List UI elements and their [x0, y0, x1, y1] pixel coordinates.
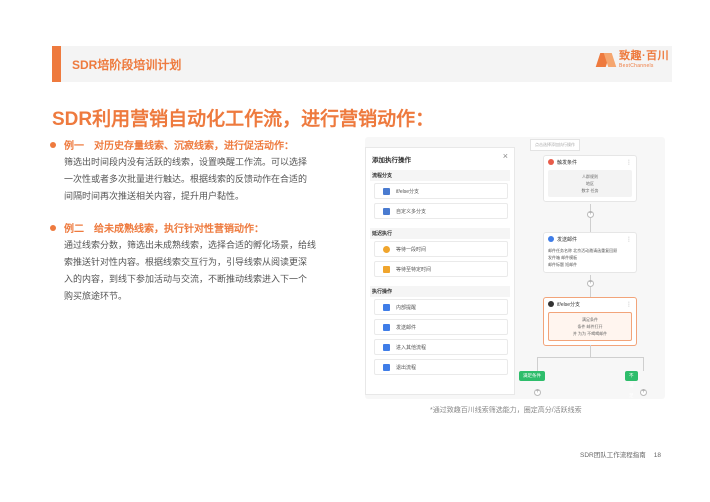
action-item-ifelse[interactable]: if/else分支 [374, 183, 508, 199]
action-item-exit-flow[interactable]: 退出流程 [374, 359, 508, 375]
header-accent-bar [52, 46, 61, 82]
mail-icon [383, 323, 390, 331]
clock-icon [383, 245, 390, 253]
more-icon[interactable]: ⋮ [626, 301, 632, 308]
action-item-multi-branch[interactable]: 自定义多分支 [374, 203, 508, 219]
add-action-panel: 添加执行操作 × 流程分支 if/else分支 自定义多分支 延迟执行 等待一段… [365, 147, 515, 395]
send-email-node[interactable]: 发送邮件 ⋮ 邮件任务名称 北京活动邀请函重复回顾 发件箱 邮件模板 邮件标题 短… [543, 232, 637, 273]
add-step-icon[interactable]: + [587, 280, 594, 287]
bullet-icon [50, 224, 56, 231]
action-item-send-email[interactable]: 发送邮件 [374, 319, 508, 335]
branch-icon [548, 301, 554, 307]
add-step-icon[interactable]: + [640, 389, 647, 396]
bullet-icon [50, 141, 56, 148]
example-1-heading: 例一 对历史存量线索、沉寂线索，进行促活动作： [50, 137, 294, 152]
action-item-label: 等待一段时间 [396, 246, 427, 253]
connector-line [537, 357, 538, 371]
workflow-screenshot: 添加执行操作 × 流程分支 if/else分支 自定义多分支 延迟执行 等待一段… [365, 137, 665, 418]
node-content: 邮件任务名称 北京活动邀请函重复回顾 发件箱 邮件模板 邮件标题 短邮件 [548, 247, 632, 268]
logo-name-cn: 致趣·百川 [619, 50, 670, 62]
node-line: 人群规则 [582, 174, 598, 179]
connector-line [643, 357, 644, 371]
branch-icon [383, 187, 390, 195]
example-2-heading: 例二 给未成熟线索，执行针对性营销动作： [50, 220, 264, 235]
add-step-icon[interactable]: + [587, 211, 594, 218]
flow-icon [383, 343, 390, 351]
add-step-icon[interactable]: + [534, 389, 541, 396]
node-title: if/else分支 [557, 301, 581, 308]
close-icon[interactable]: × [503, 151, 508, 161]
example-2-line: 通过线索分数，筛选出未成熟线索，选择合适的孵化场景，给线 [64, 240, 317, 250]
ifelse-node[interactable]: if/else分支 ⋮ 满足条件 条件 邮件打开 并 为为 不喝喝邮件 [543, 297, 637, 346]
node-content: 人群规则 地区 数字 任务 [548, 170, 632, 197]
example-2-line: 索推送针对性内容。根据线索交互行为，引导线索从阅读更深 [64, 257, 308, 267]
example-2-body: 通过线索分数，筛选出未成熟线索，选择合适的孵化场景，给线 索推送针对性内容。根据… [64, 237, 324, 305]
tooltip: 点击选择添加执行操作 [530, 139, 580, 151]
action-item-label: 自定义多分支 [396, 208, 427, 215]
multi-branch-icon [383, 207, 390, 215]
branch-no[interactable]: 不满足条件 [625, 371, 638, 418]
node-line: 地区 [586, 181, 594, 186]
connector-line [590, 345, 591, 357]
more-icon[interactable]: ⋮ [626, 236, 632, 243]
trigger-icon [548, 159, 554, 165]
branch-yes[interactable]: 满足条件 [519, 371, 545, 381]
connector-line [537, 357, 643, 358]
page-footer: SDR团队工作流程指南 18 [580, 449, 661, 459]
group-label-delay: 延迟执行 [370, 228, 510, 239]
node-content: 满足条件 条件 邮件打开 并 为为 不喝喝邮件 [548, 312, 632, 341]
node-line: 满足条件 [582, 317, 598, 322]
page-number: 18 [653, 452, 661, 459]
action-item-label: 发送邮件 [396, 324, 417, 331]
node-line: 条件 邮件打开 [577, 324, 603, 329]
example-1-body: 筛选出时间段内没有活跃的线索，设置唤醒工作流。可以选择 一次性或者多次批量进行触… [64, 154, 324, 205]
brand-logo: 致趣·百川 BestChannels [595, 50, 670, 69]
logo-name-en: BestChannels [619, 63, 654, 69]
action-item-wait-until[interactable]: 等待至特定时间 [374, 261, 508, 277]
action-item-label: if/else分支 [396, 188, 420, 195]
example-1-line: 一次性或者多次批量进行触达。根据线索的反馈动作在合适的 [64, 174, 308, 184]
action-item-wait-duration[interactable]: 等待一段时间 [374, 241, 508, 257]
connector-line [590, 204, 591, 232]
example-1-line: 筛选出时间段内没有活跃的线索，设置唤醒工作流。可以选择 [64, 157, 308, 167]
node-title: 触发条件 [557, 159, 578, 166]
action-item-label: 等待至特定时间 [396, 266, 432, 273]
trigger-node[interactable]: 触发条件 ⋮ 人群规则 地区 数字 任务 [543, 155, 637, 202]
bell-icon [383, 303, 390, 311]
example-2-line: 入的内容，到线下参加活动与交流，不断推动线索进入下一个 [64, 274, 308, 284]
example-1-title: 对历史存量线索、沉寂线索，进行促活动作： [94, 141, 294, 152]
example-1-tag: 例一 [64, 141, 84, 152]
example-2-title: 给未成熟线索，执行针对性营销动作： [94, 224, 264, 235]
node-line: 邮件标题 短邮件 [548, 262, 578, 267]
footer-text: SDR团队工作流程指南 [580, 452, 646, 459]
action-item-internal-alert[interactable]: 内部提醒 [374, 299, 508, 315]
image-caption: *通过致趣百川线索筛选能力，圈定高分/活跃线索 [430, 407, 582, 414]
hourglass-icon [383, 265, 390, 273]
action-item-enter-flow[interactable]: 进入其他流程 [374, 339, 508, 355]
action-item-label: 进入其他流程 [396, 344, 427, 351]
mail-icon [548, 236, 554, 242]
example-2-line: 购买旅途环节。 [64, 291, 128, 301]
node-line: 数字 任务 [581, 188, 599, 193]
group-label-branch: 流程分支 [370, 170, 510, 181]
node-line: 邮件任务名称 北京活动邀请函重复回顾 [548, 248, 618, 253]
more-icon[interactable]: ⋮ [626, 159, 632, 166]
node-title: 发送邮件 [557, 236, 578, 243]
group-label-actions: 执行操作 [370, 286, 510, 297]
example-1-line: 间隔时间再次推送相关内容，提升用户黏性。 [64, 191, 245, 201]
panel-title: 添加执行操作 [372, 157, 411, 164]
page-title: SDR利用营销自动化工作流，进行营销动作： [52, 109, 435, 130]
action-item-label: 内部提醒 [396, 304, 417, 311]
exit-icon [383, 363, 390, 371]
node-line: 并 为为 不喝喝邮件 [572, 331, 608, 336]
section-title: SDR培阶段培训计划 [72, 58, 182, 72]
action-item-label: 退出流程 [396, 364, 417, 371]
node-line: 发件箱 邮件模板 [548, 255, 578, 260]
example-2-tag: 例二 [64, 224, 84, 235]
logo-mark-icon [595, 51, 617, 69]
